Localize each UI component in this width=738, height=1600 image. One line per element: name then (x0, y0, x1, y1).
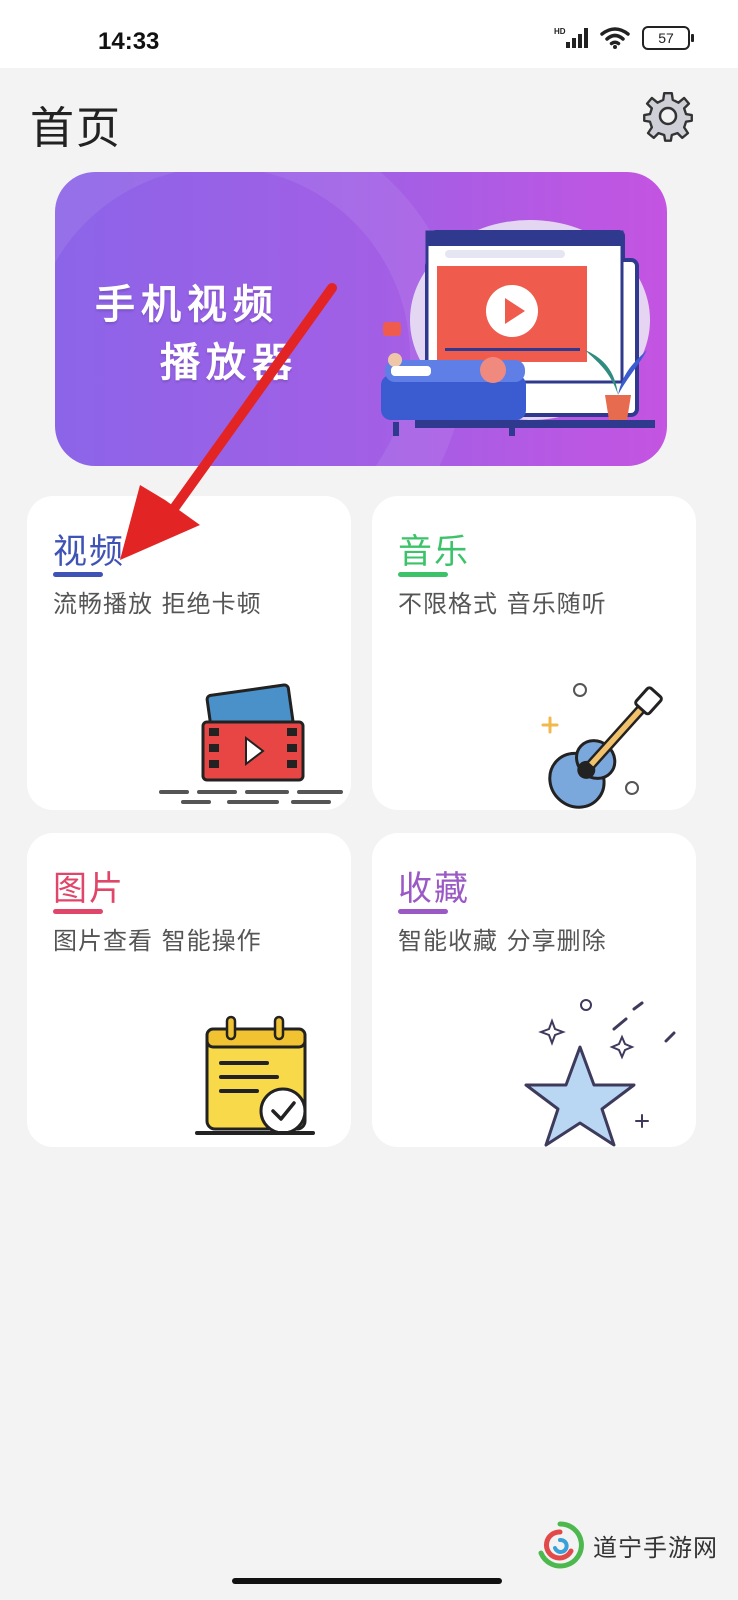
gear-icon[interactable] (642, 90, 694, 142)
watermark-logo-icon (538, 1521, 584, 1569)
status-bar: 14:33 HD 57 (0, 0, 738, 68)
guitar-icon (541, 683, 663, 809)
signal-icon: HD (554, 27, 588, 48)
card-picture[interactable]: 图片 图片查看 智能操作 (27, 833, 351, 1147)
card-favorites[interactable]: 收藏 智能收藏 分享删除 (372, 833, 696, 1147)
watermark-text: 道宁手游网 (593, 1533, 718, 1562)
watermark: 道宁手游网 (535, 1520, 718, 1570)
card-music-subtitle: 不限格式 音乐随听 (398, 590, 607, 618)
card-video-title: 视频 (53, 532, 125, 572)
card-video-underline (53, 572, 103, 577)
battery-indicator: 57 (642, 26, 694, 50)
card-video[interactable]: 视频 流畅播放 拒绝卡顿 (27, 496, 351, 810)
card-music-underline (398, 572, 448, 577)
card-music[interactable]: 音乐 不限格式 音乐随听 (372, 496, 696, 810)
card-picture-subtitle: 图片查看 智能操作 (53, 927, 262, 955)
card-favorites-title: 收藏 (398, 869, 470, 909)
card-picture-title: 图片 (53, 869, 125, 909)
card-favorites-underline (398, 909, 448, 914)
home-indicator[interactable] (232, 1578, 502, 1584)
network-type-label: HD (554, 27, 566, 36)
status-time: 14:33 (98, 28, 160, 55)
calendar-check-icon (195, 1015, 315, 1135)
card-music-title: 音乐 (398, 532, 470, 572)
status-icons: HD 57 (554, 26, 694, 50)
card-video-subtitle: 流畅播放 拒绝卡顿 (53, 590, 262, 618)
page-title: 首页 (30, 103, 122, 154)
wifi-icon (600, 27, 630, 49)
star-icon (524, 999, 676, 1147)
card-favorites-subtitle: 智能收藏 分享删除 (398, 927, 607, 955)
banner-title-line1: 手机视频 (95, 281, 279, 328)
video-player-illustration (381, 220, 655, 436)
banner-title-line2: 播放器 (160, 339, 298, 386)
card-picture-underline (53, 909, 103, 914)
film-video-icon (159, 683, 343, 804)
banner[interactable]: 手机视频 播放器 (55, 172, 667, 466)
